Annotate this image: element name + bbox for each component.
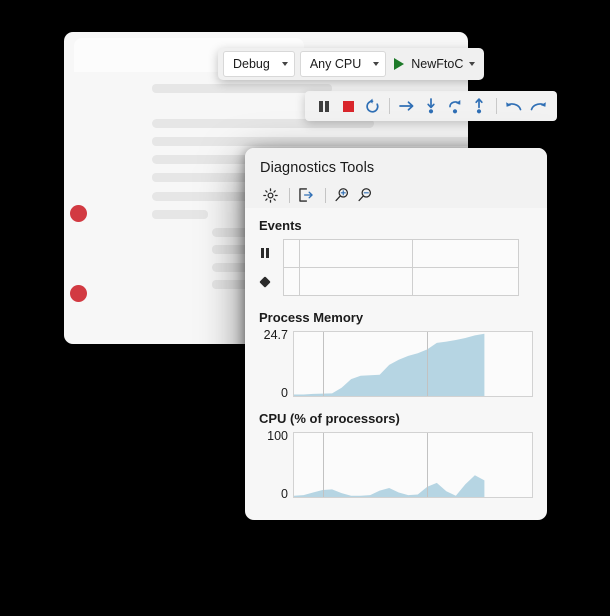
pause-button[interactable] — [313, 95, 335, 117]
show-next-statement-button[interactable] — [396, 95, 418, 117]
start-debugging-button[interactable]: NewFtoC — [391, 57, 479, 71]
toolbar-divider — [325, 187, 326, 203]
toolbar-divider — [496, 98, 497, 114]
cpu-title: CPU (% of processors) — [259, 411, 400, 426]
events-row-icons — [259, 239, 283, 296]
step-over-icon — [449, 100, 461, 114]
events-icon-row-0 — [259, 239, 283, 268]
cpu-area-chart — [294, 475, 485, 497]
configuration-dropdown[interactable]: Debug — [223, 51, 295, 77]
pause-icon — [261, 248, 269, 259]
events-section: Events — [259, 218, 533, 296]
table-cell — [412, 267, 519, 296]
redo-icon — [530, 102, 546, 111]
marker-line — [322, 433, 324, 497]
chevron-down-icon[interactable] — [469, 62, 476, 66]
process-memory-title: Process Memory — [259, 310, 364, 325]
debug-actions-toolbar — [305, 91, 557, 121]
table-cell — [299, 239, 413, 268]
restart-button[interactable] — [361, 95, 383, 117]
platform-label: Any CPU — [309, 57, 362, 71]
diagnostics-header: Diagnostics Tools — [245, 148, 547, 208]
events-table[interactable] — [283, 239, 519, 296]
process-memory-y-axis: 24.7 0 — [259, 328, 293, 400]
code-line-placeholder — [152, 137, 468, 146]
y-axis-min-label: 0 — [281, 487, 288, 501]
table-row[interactable] — [283, 239, 519, 268]
breakpoint-marker[interactable] — [70, 205, 87, 222]
marker-line — [427, 332, 429, 396]
chevron-down-icon — [373, 62, 380, 66]
undo-button[interactable] — [503, 95, 525, 117]
table-cell — [412, 239, 519, 268]
step-into-icon — [427, 98, 435, 114]
process-memory-area-chart — [294, 333, 485, 396]
cpu-section: CPU (% of processors) 100 0 — [259, 411, 533, 501]
platform-dropdown[interactable]: Any CPU — [299, 51, 387, 77]
y-axis-max-label: 100 — [267, 429, 288, 443]
zoom-out-button[interactable] — [355, 185, 375, 205]
diamond-icon — [259, 276, 271, 288]
configuration-label: Debug — [233, 57, 270, 71]
diagnostics-tools-panel: Diagnostics Tools Events Process Memory … — [245, 148, 547, 520]
events-icon-row-1 — [259, 268, 283, 297]
step-over-button[interactable] — [444, 95, 466, 117]
step-into-button[interactable] — [420, 95, 442, 117]
zoom-in-icon — [335, 188, 349, 202]
stop-button[interactable] — [337, 95, 359, 117]
undo-icon — [506, 102, 522, 111]
table-cell — [299, 267, 413, 296]
step-out-icon — [475, 98, 483, 114]
play-icon — [394, 58, 405, 70]
chevron-down-icon — [281, 62, 288, 66]
y-axis-max-label: 24.7 — [263, 328, 288, 342]
breakpoint-marker[interactable] — [70, 285, 87, 302]
step-out-button[interactable] — [468, 95, 490, 117]
gear-icon — [262, 187, 278, 203]
zoom-in-button[interactable] — [332, 185, 352, 205]
redo-button[interactable] — [527, 95, 549, 117]
run-configuration-toolbar: Debug Any CPU NewFtoC — [218, 48, 485, 80]
diagnostics-content: Events Process Memory 24.7 0 CPU (% of p… — [245, 208, 547, 501]
zoom-out-icon — [358, 188, 372, 202]
code-line-placeholder — [152, 210, 208, 219]
cpu-plot[interactable] — [293, 432, 533, 498]
cpu-y-axis: 100 0 — [259, 429, 293, 501]
table-cell — [283, 239, 300, 268]
screenshot-stage: Debug Any CPU NewFtoC Diagnostics Tools … — [0, 0, 610, 616]
process-memory-section: Process Memory 24.7 0 — [259, 310, 533, 400]
arrow-right-icon — [399, 101, 414, 111]
process-memory-plot[interactable] — [293, 331, 533, 397]
toolbar-divider — [389, 98, 390, 114]
toolbar-divider — [289, 187, 290, 203]
settings-button[interactable] — [260, 185, 280, 205]
restart-icon — [365, 98, 379, 113]
stop-icon — [342, 100, 354, 112]
events-title: Events — [259, 218, 302, 233]
y-axis-min-label: 0 — [281, 386, 288, 400]
panel-title: Diagnostics Tools — [260, 160, 375, 176]
diagnostics-toolbar — [260, 185, 547, 205]
marker-line — [427, 433, 429, 497]
export-button[interactable] — [296, 185, 316, 205]
pause-icon — [319, 100, 329, 112]
table-row[interactable] — [283, 267, 519, 296]
table-cell — [283, 267, 300, 296]
start-debugging-label: NewFtoC — [411, 57, 464, 71]
export-icon — [299, 188, 313, 202]
marker-line — [322, 332, 324, 396]
